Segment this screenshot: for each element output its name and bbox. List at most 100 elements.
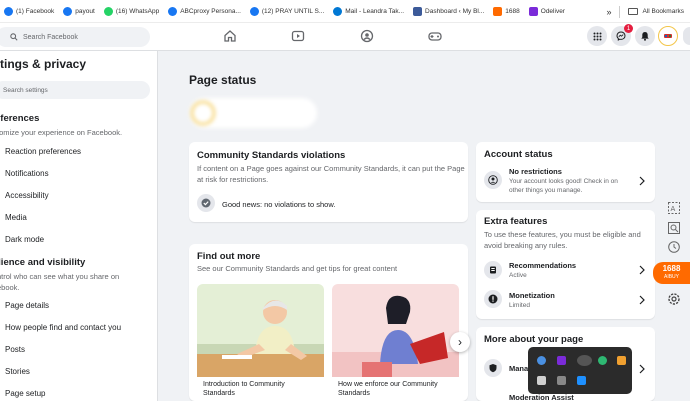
aibuy-label: AIBUY <box>663 274 679 280</box>
chevron-right-icon[interactable] <box>638 176 646 186</box>
screenshot-search-icon[interactable] <box>667 221 681 235</box>
messenger-icon <box>616 31 626 41</box>
violations-status: Good news: no violations to show. <box>222 200 336 209</box>
carousel-next-button[interactable]: › <box>450 332 470 352</box>
bookmark-favicon-icon <box>333 6 343 16</box>
bookmark-item[interactable]: 1688 <box>493 6 520 16</box>
recommendations-title: Recommendations <box>509 261 577 270</box>
system-tray-overflow <box>528 347 632 394</box>
bookmark-favicon-icon <box>63 6 73 16</box>
tray-app-icon[interactable] <box>557 356 566 365</box>
more-about-page-title: More about your page <box>484 334 584 345</box>
manage-row-title[interactable]: Mana <box>509 364 528 373</box>
page-identity-blurred <box>189 98 317 128</box>
svg-text:A: A <box>671 205 676 213</box>
bookmark-item[interactable]: Mail - Leandra Tak... <box>333 6 404 16</box>
sidebar-item[interactable]: Accessibility <box>5 191 49 200</box>
shield-icon <box>484 359 502 377</box>
audience-visibility-description-line2: ebook. <box>0 283 20 292</box>
bookmark-favicon-icon <box>4 6 13 16</box>
tray-muted-icon[interactable] <box>557 376 566 385</box>
settings-gear-icon[interactable] <box>667 292 681 306</box>
sidebar-item[interactable]: Page setup <box>5 389 45 398</box>
browser-extension-toolbar: A <box>661 51 690 401</box>
sidebar-item[interactable]: Reaction preferences <box>5 147 81 156</box>
monetization-warning-icon <box>484 290 502 308</box>
bookmark-item[interactable]: payout <box>63 6 95 16</box>
search-icon <box>10 33 18 41</box>
extra-features-title: Extra features <box>484 216 548 227</box>
chevron-right-icon[interactable] <box>638 364 646 374</box>
chevron-right-icon[interactable] <box>638 295 646 305</box>
bookmark-item[interactable]: Dashboard ‹ My Bl... <box>413 6 485 16</box>
folder-icon <box>628 8 639 15</box>
bookmark-item[interactable]: ABCproxy Persona... <box>168 6 241 16</box>
sidebar-item[interactable]: How people find and contact you <box>5 323 121 332</box>
check-icon <box>197 194 215 212</box>
1688-label: 1688 <box>662 264 681 273</box>
tray-app-icon[interactable] <box>577 376 586 385</box>
recommendations-icon <box>484 261 502 279</box>
grid-menu-icon <box>593 32 601 40</box>
tray-app-icon[interactable] <box>537 376 546 385</box>
sidebar-item[interactable]: Notifications <box>5 169 49 178</box>
sidebar-item[interactable]: Media <box>5 213 27 222</box>
notifications-button[interactable] <box>635 26 655 46</box>
bookmark-label: 1688 <box>505 7 520 15</box>
menu-button[interactable] <box>587 26 607 46</box>
tray-app-icon[interactable] <box>537 356 546 365</box>
video-icon[interactable] <box>291 29 305 43</box>
audience-visibility-description-line1: ntrol who can see what you share on <box>0 272 120 281</box>
all-bookmarks-link[interactable]: All Bookmarks <box>642 8 684 15</box>
search-settings-input[interactable]: Search settings <box>0 81 150 99</box>
bookmarks-overflow[interactable]: » <box>606 7 611 17</box>
sidebar-title: ttings & privacy <box>0 57 87 71</box>
preferences-heading: eferences <box>0 113 40 124</box>
bookmark-item[interactable]: (1) Facebook <box>4 6 54 16</box>
bookmarks-bar: (1) Facebook payout (16) WhatsApp ABCproxy … <box>0 0 690 23</box>
bookmark-favicon-icon <box>413 6 423 16</box>
enforce-illustration[interactable] <box>332 284 459 377</box>
groups-icon[interactable] <box>360 29 374 43</box>
violations-card: Community Standards violations If conten… <box>189 142 468 222</box>
sidebar-item[interactable]: Stories <box>5 367 30 376</box>
home-icon[interactable] <box>223 29 237 43</box>
avatar-logo-icon <box>662 30 674 42</box>
tray-app-icon[interactable] <box>617 356 626 365</box>
monetization-title: Monetization <box>509 291 555 300</box>
bookmark-item[interactable]: (12) PRAY UNTIL S... <box>249 6 325 16</box>
search-settings-placeholder: Search settings <box>3 86 48 94</box>
violations-title: Community Standards violations <box>197 150 346 161</box>
sidebar-item[interactable]: Posts <box>5 345 25 354</box>
search-facebook-input[interactable]: Search Facebook <box>0 27 150 47</box>
no-restrictions-description: Your account looks good! Check in on oth… <box>509 178 618 194</box>
bookmark-favicon-icon <box>528 6 538 16</box>
tray-pen-icon[interactable] <box>577 355 592 366</box>
bookmark-label: Dashboard ‹ My Bl... <box>425 7 485 15</box>
1688-aibuy-button[interactable]: 1688 AIBUY <box>653 262 690 284</box>
sidebar-item[interactable]: Dark mode <box>5 235 44 244</box>
gaming-icon[interactable] <box>428 29 442 43</box>
extra-features-card: Extra features To use these features, yo… <box>476 210 655 319</box>
translate-icon[interactable]: A <box>667 201 681 215</box>
moderation-assist-title[interactable]: Moderation Assist <box>509 393 574 401</box>
bookmark-favicon-icon <box>249 6 259 16</box>
sidebar-item[interactable]: Page details <box>5 301 49 310</box>
search-placeholder: Search Facebook <box>23 33 78 41</box>
bookmark-label: (12) PRAY UNTIL S... <box>261 7 325 15</box>
bell-icon <box>641 32 649 41</box>
bookmark-item[interactable]: Odeliver <box>528 6 565 16</box>
chevron-right-icon[interactable] <box>638 265 646 275</box>
enforce-caption[interactable]: How we enforce our Community Standards <box>338 380 453 398</box>
intro-caption[interactable]: Introduction to Community Standards <box>203 380 318 398</box>
bookmark-item[interactable]: (16) WhatsApp <box>103 6 159 16</box>
bookmark-label: ABCproxy Persona... <box>180 7 241 15</box>
find-out-more-card: Find out more See our Community Standard… <box>189 244 470 401</box>
profile-avatar[interactable] <box>658 26 678 46</box>
audience-visibility-heading: dience and visibility <box>0 257 86 268</box>
tray-app-icon[interactable] <box>598 356 607 365</box>
history-icon[interactable] <box>667 240 681 254</box>
find-out-more-description: See our Community Standards and get tips… <box>197 264 398 273</box>
intro-illustration[interactable] <box>197 284 324 377</box>
top-navigation: Search Facebook 1 <box>0 23 690 51</box>
